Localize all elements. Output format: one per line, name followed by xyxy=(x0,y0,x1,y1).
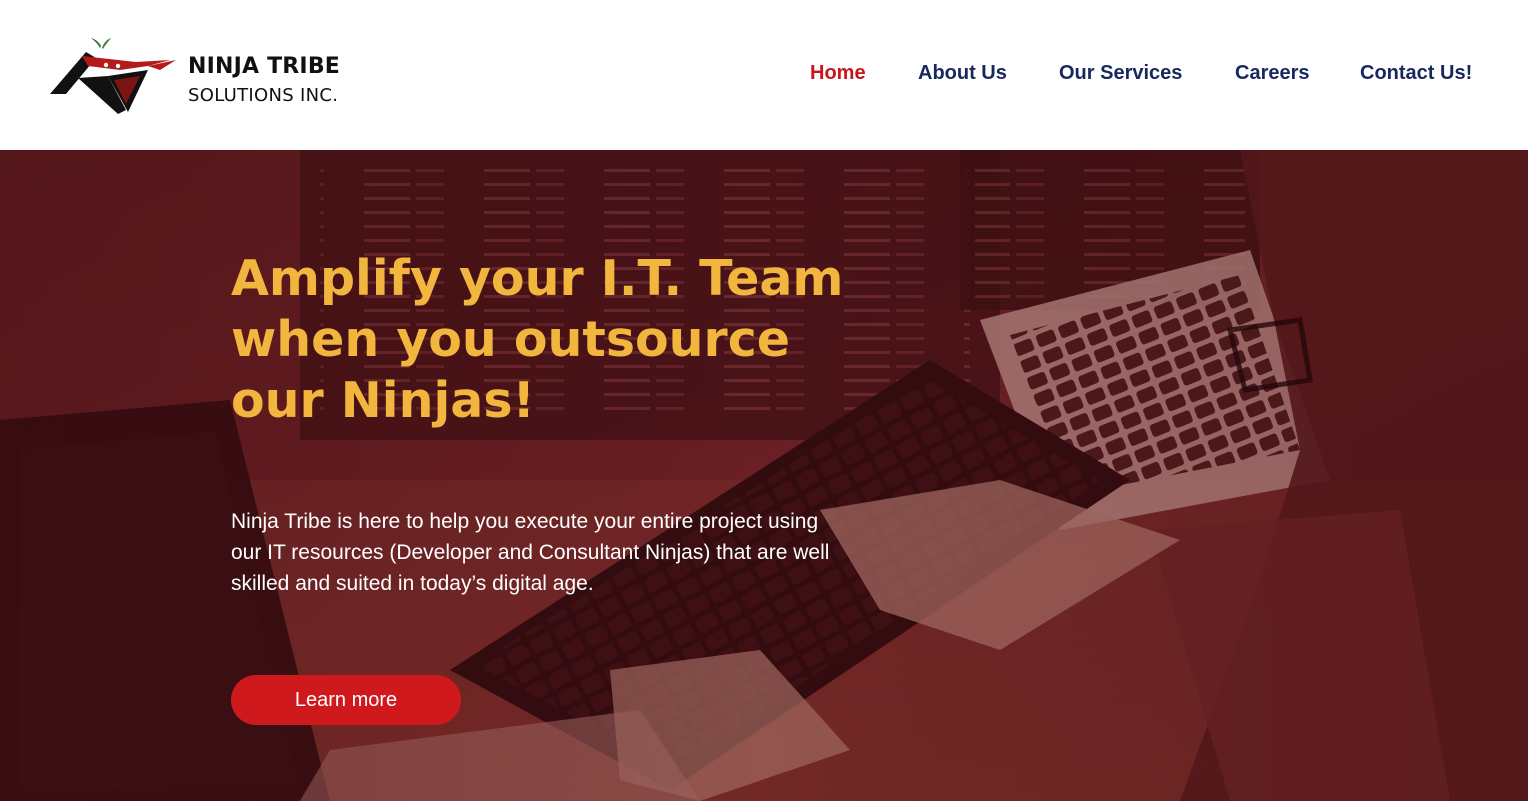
nav-item-careers[interactable]: Careers xyxy=(1235,62,1310,85)
hero-description: Ninja Tribe is here to help you execute … xyxy=(231,510,830,595)
nav-item-our-services[interactable]: Our Services xyxy=(1059,62,1182,85)
site-header: NINJA TRIBE SOLUTIONS INC. Home About Us… xyxy=(0,0,1528,150)
nav-item-contact-us[interactable]: Contact Us! xyxy=(1360,62,1472,85)
hero-section: Amplify your I.T. Team when you outsourc… xyxy=(0,150,1528,801)
nav-item-home[interactable]: Home xyxy=(810,62,866,85)
learn-more-button[interactable]: Learn more xyxy=(231,675,461,725)
hero-headline: Amplify your I.T. Team when you outsourc… xyxy=(231,250,844,429)
nav-item-about-us[interactable]: About Us xyxy=(918,62,1007,85)
main-nav: Home About Us Our Services Careers Conta… xyxy=(0,62,1528,90)
